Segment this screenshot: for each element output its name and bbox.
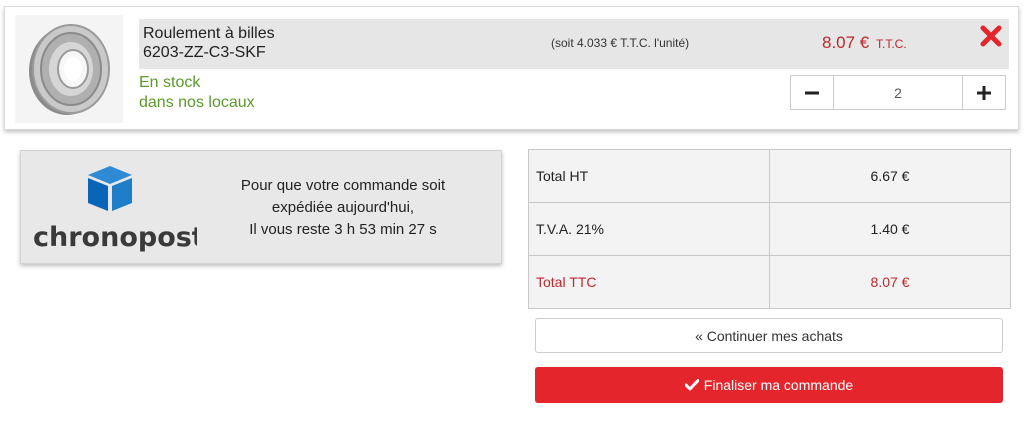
quantity-input[interactable] [834,76,962,109]
totals-row-ht: Total HT 6.67 € [528,149,1011,203]
stock-status: En stock dans nos locaux [139,73,255,113]
product-header-bar: Roulement à billes 6203-ZZ-C3-SKF (soit … [139,19,1009,69]
continue-shopping-label: « Continuer mes achats [695,327,843,344]
minus-icon [805,91,819,94]
close-icon [980,25,1002,47]
checkmark-icon [684,379,699,391]
shipping-countdown: Il vous reste 3 h 53 min 27 s [249,221,437,238]
decrease-quantity-button[interactable] [791,76,834,109]
line-price-suffix: T.T.C. [876,37,907,51]
product-name[interactable]: Roulement à billes 6203-ZZ-C3-SKF [143,24,275,62]
plus-icon [977,85,991,100]
increase-quantity-button[interactable] [962,76,1005,109]
stock-status-line1: En stock [139,74,201,91]
total-ht-label: Total HT [528,149,770,203]
finalize-order-label: Finaliser ma commande [703,377,854,393]
continue-shopping-button[interactable]: « Continuer mes achats [535,318,1003,353]
shipping-text-line2: expédiée aujourd'hui, [271,199,415,216]
totals-row-vat: T.V.A. 21% 1.40 € [528,202,1011,256]
vat-label: T.V.A. 21% [528,202,770,256]
total-ttc-value: 8.07 € [769,255,1011,309]
shipping-countdown-text: Pour que votre commande soit expédiée au… [217,175,469,241]
remove-item-button[interactable] [979,24,1003,48]
cart-item-card: Roulement à billes 6203-ZZ-C3-SKF (soit … [4,6,1019,130]
product-name-line1: Roulement à billes [143,25,275,42]
product-image[interactable] [15,15,123,123]
stock-status-line2: dans nos locaux [139,94,255,111]
total-ht-value: 6.67 € [769,149,1011,203]
finalize-order-button[interactable]: Finaliser ma commande [535,367,1003,403]
totals-row-ttc: Total TTC 8.07 € [528,255,1011,309]
line-price: 8.07 € T.T.C. [822,33,907,53]
shipping-text-line1: Pour que votre commande soit [240,177,446,194]
chronopost-logo-text: chronopost [33,222,197,253]
vat-value: 1.40 € [769,202,1011,256]
line-price-value: 8.07 € [822,33,870,52]
chronopost-logo: chronopost [31,161,205,256]
shipping-deadline-box: chronopost Pour que votre commande soit … [20,150,502,264]
quantity-stepper [790,75,1006,110]
total-ttc-label: Total TTC [528,255,770,309]
unit-price: (soit 4.033 € T.T.C. l'unité) [551,36,690,50]
product-reference: 6203-ZZ-C3-SKF [143,44,266,61]
order-totals-table: Total HT 6.67 € T.V.A. 21% 1.40 € Total … [528,149,1011,309]
